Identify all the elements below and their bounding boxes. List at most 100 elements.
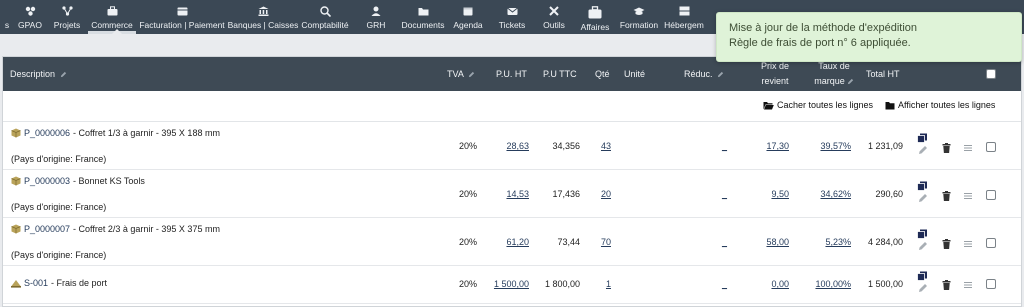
cell-tva: 20% bbox=[458, 189, 477, 199]
menu-item-agenda[interactable]: Agenda bbox=[446, 0, 490, 34]
column-header-pu-ht[interactable]: P.U. HT bbox=[496, 69, 527, 79]
cell-reduc[interactable]: _ bbox=[709, 279, 727, 289]
menu-item-label: GPAO bbox=[18, 20, 42, 30]
menu-item-tickets[interactable]: Tickets bbox=[490, 0, 534, 34]
product-ref-link[interactable]: P_0000006 bbox=[24, 128, 70, 138]
cell-prix-revient[interactable]: 0,00 bbox=[753, 279, 789, 289]
pencil-icon bbox=[60, 72, 66, 78]
bank-icon bbox=[258, 5, 269, 17]
service-ref-link[interactable]: S-001 bbox=[24, 278, 48, 288]
cell-reduc[interactable]: _ bbox=[709, 237, 727, 247]
menu-item-label: Facturation | Paiement bbox=[139, 20, 225, 30]
cell-pu-ht[interactable]: 1 500,00 bbox=[483, 279, 529, 289]
cell-taux-marque[interactable]: 5,23% bbox=[809, 237, 851, 247]
drag-handle-icon[interactable] bbox=[964, 282, 972, 288]
origin-country: (Pays d'origine: France) bbox=[11, 154, 107, 164]
menu-item-projets[interactable]: Projets bbox=[46, 0, 88, 34]
line-description: P_0000007 - Coffret 2/3 à garnir - 395 X… bbox=[11, 224, 220, 260]
cell-total-ht: 1 500,00 bbox=[867, 279, 903, 289]
copy-edit-icon[interactable] bbox=[917, 271, 929, 293]
row-select-checkbox[interactable] bbox=[986, 238, 996, 248]
column-header-description[interactable]: Description bbox=[10, 69, 67, 79]
cell-qte[interactable]: 70 bbox=[593, 237, 611, 247]
user-icon bbox=[371, 5, 381, 17]
cell-reduc[interactable]: _ bbox=[709, 189, 727, 199]
cell-total-ht: 4 284,00 bbox=[867, 237, 903, 247]
table-row: S-001 - Frais de port 20% 1 500,00 1 800… bbox=[3, 266, 1021, 304]
notification-message: Mise à jour de la méthode d'expédition R… bbox=[716, 12, 1022, 62]
cell-taux-marque[interactable]: 34,62% bbox=[809, 189, 851, 199]
column-header-prix-revient[interactable]: Prix de revient bbox=[753, 59, 797, 89]
menu-item-label: Affaires bbox=[580, 22, 610, 32]
cell-taux-marque[interactable]: 39,57% bbox=[809, 141, 851, 151]
row-select-checkbox[interactable] bbox=[986, 190, 996, 200]
cell-qte[interactable]: 1 bbox=[593, 279, 611, 289]
drag-handle-icon[interactable] bbox=[964, 193, 972, 199]
product-ref-link[interactable]: P_0000003 bbox=[24, 176, 70, 186]
cell-taux-marque[interactable]: 100,00% bbox=[803, 279, 851, 289]
menu-item-label: Documents bbox=[401, 20, 445, 30]
trash-icon[interactable] bbox=[942, 239, 951, 249]
active-menu-indicator bbox=[112, 29, 122, 34]
column-header-tva[interactable]: TVA bbox=[447, 69, 475, 79]
cell-prix-revient[interactable]: 17,30 bbox=[753, 141, 789, 151]
menu-item-outils[interactable]: Outils bbox=[534, 0, 574, 34]
menu-item-gpao[interactable]: GPAO bbox=[14, 0, 46, 34]
copy-edit-icon[interactable] bbox=[917, 133, 929, 155]
column-header-qte[interactable]: Qté bbox=[595, 69, 610, 79]
product-ref-link[interactable]: P_0000007 bbox=[24, 224, 70, 234]
show-all-lines-link[interactable]: Afficher toutes les lignes bbox=[885, 100, 995, 110]
menu-item-formation[interactable]: Formation bbox=[616, 0, 662, 34]
menu-item-partial[interactable]: s bbox=[0, 0, 14, 34]
cell-pu-ttc: 34,356 bbox=[552, 141, 580, 151]
column-header-taux-marque[interactable]: Taux de marque bbox=[809, 59, 859, 89]
cell-pu-ht[interactable]: 28,63 bbox=[489, 141, 529, 151]
row-select-checkbox[interactable] bbox=[986, 279, 996, 289]
copy-edit-icon[interactable] bbox=[917, 181, 929, 203]
trash-icon[interactable] bbox=[942, 143, 951, 153]
cell-qte[interactable]: 43 bbox=[593, 141, 611, 151]
line-description: P_0000003 - Bonnet KS Tools (Pays d'orig… bbox=[11, 176, 145, 212]
menu-item-label: Hébergem bbox=[664, 20, 704, 30]
menu-item-label: Agenda bbox=[453, 20, 483, 30]
cell-pu-ht[interactable]: 14,53 bbox=[489, 189, 529, 199]
table-header: Description TVA P.U. HT P.U TTC Qté Unit… bbox=[3, 57, 1021, 91]
folder-open-icon bbox=[763, 101, 774, 109]
menu-item-facturation[interactable]: Facturation | Paiement bbox=[136, 0, 228, 34]
table-row: P_0000003 - Bonnet KS Tools (Pays d'orig… bbox=[3, 170, 1021, 218]
pencil-icon bbox=[717, 72, 724, 78]
drag-handle-icon[interactable] bbox=[964, 241, 972, 247]
cell-pu-ht[interactable]: 61,20 bbox=[489, 237, 529, 247]
origin-country: (Pays d'origine: France) bbox=[11, 202, 107, 212]
cell-qte[interactable]: 20 bbox=[593, 189, 611, 199]
cell-pu-ttc: 1 800,00 bbox=[544, 279, 580, 289]
column-header-total-ht[interactable]: Total HT bbox=[866, 69, 900, 79]
briefcase-large-icon bbox=[588, 5, 602, 19]
notification-line-2: Règle de frais de port n° 6 appliquée. bbox=[729, 37, 911, 49]
cell-reduc[interactable]: _ bbox=[709, 141, 727, 151]
column-header-unite[interactable]: Unité bbox=[624, 69, 645, 79]
gpao-icon bbox=[25, 5, 36, 17]
cell-prix-revient[interactable]: 9,50 bbox=[753, 189, 789, 199]
select-all-checkbox[interactable] bbox=[986, 69, 996, 79]
column-header-pu-ttc[interactable]: P.U TTC bbox=[543, 69, 577, 79]
graduation-cap-icon bbox=[633, 5, 645, 17]
menu-item-documents[interactable]: Documents bbox=[400, 0, 446, 34]
menu-item-affaires[interactable]: Affaires bbox=[574, 0, 616, 34]
drag-handle-icon[interactable] bbox=[964, 145, 972, 151]
cell-pu-ttc: 17,436 bbox=[552, 189, 580, 199]
menu-item-comptabilite[interactable]: Comptabilité bbox=[298, 0, 352, 34]
menu-item-hebergement[interactable]: Hébergem bbox=[662, 0, 706, 34]
trash-icon[interactable] bbox=[942, 191, 951, 201]
row-select-checkbox[interactable] bbox=[986, 142, 996, 152]
trash-icon[interactable] bbox=[942, 280, 951, 290]
copy-edit-icon[interactable] bbox=[917, 229, 929, 251]
document-lines-table: Description TVA P.U. HT P.U TTC Qté Unit… bbox=[2, 56, 1022, 307]
menu-item-banques[interactable]: Banques | Caisses bbox=[228, 0, 298, 34]
hide-all-lines-link[interactable]: Cacher toutes les lignes bbox=[763, 100, 873, 110]
cell-prix-revient[interactable]: 58,00 bbox=[753, 237, 789, 247]
invoice-icon bbox=[177, 5, 188, 17]
column-header-reduc[interactable]: Réduc. bbox=[684, 69, 724, 79]
menu-item-grh[interactable]: GRH bbox=[352, 0, 400, 34]
notification-line-1: Mise à jour de la méthode d'expédition bbox=[729, 22, 917, 34]
